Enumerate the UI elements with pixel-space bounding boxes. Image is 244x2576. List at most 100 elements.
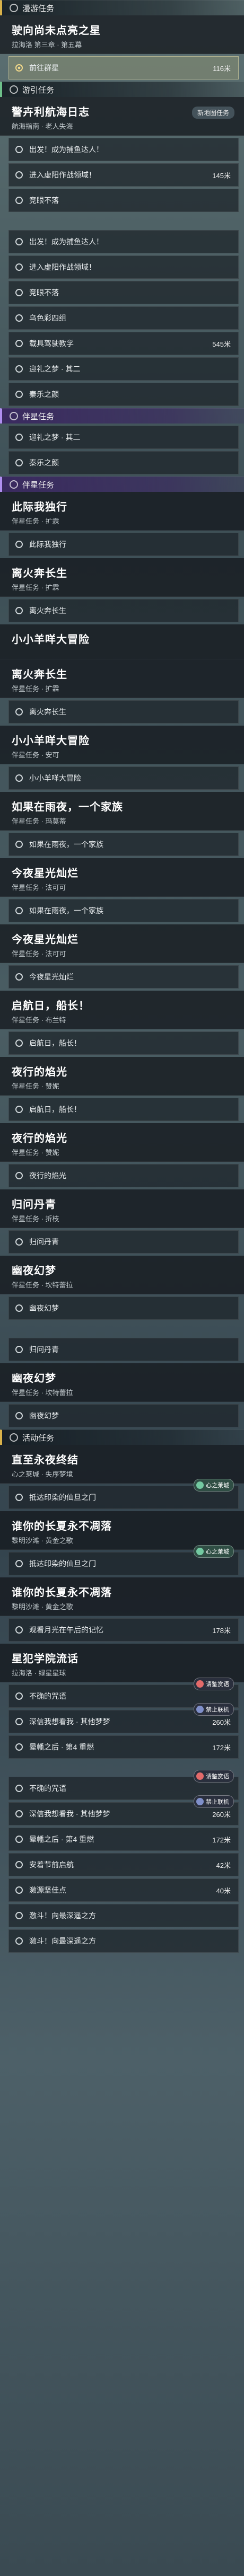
section-label: 游引任务	[22, 85, 55, 95]
quest-title: 归问丹青	[12, 1199, 56, 1211]
quest-category-icon	[10, 4, 18, 12]
quest-subtitle: 伴星任务 · 坎特蕾拉	[12, 1389, 73, 1397]
quest-step-row[interactable]: 离火奔长生	[8, 599, 239, 622]
step-label: 进入虚阳作战领域！	[29, 263, 96, 271]
quest-title-card[interactable]: 驶向尚未点亮之星 拉海洛 第三章 · 第五幕	[0, 15, 244, 54]
quest-title-card[interactable]: 夜行的焰光 伴星任务 · 赞妮	[0, 1057, 244, 1096]
quest-step-row[interactable]: 进入虚阳作战领域！ 145米	[8, 163, 239, 187]
badge-label: 请鉴赏语	[206, 1681, 229, 1688]
quest-step-row[interactable]: 归问丹青	[8, 1230, 239, 1254]
quest-step-row[interactable]: 此际我独行	[8, 533, 239, 556]
quest-title-card[interactable]: 启航日，船长！ 伴星任务 · 布兰特	[0, 991, 244, 1029]
step-marker-icon	[15, 1912, 23, 1919]
section-header[interactable]: 伴星任务	[0, 408, 244, 424]
quest-step-row[interactable]: 启航日，船长！	[8, 1098, 239, 1121]
quest-title-card[interactable]: 夜行的焰光 伴星任务 · 赞妮	[0, 1123, 244, 1162]
quest-step-row[interactable]: 激斗！向最深遥之方	[8, 1904, 239, 1927]
quest-step-row[interactable]: 迎礼之梦 · 其二	[8, 426, 239, 449]
quest-step-row[interactable]: 幽夜幻梦	[8, 1296, 239, 1320]
quest-step-row[interactable]: 深信我想看我 · 其他梦梦 260米 禁止联机	[8, 1795, 239, 1825]
step-marker-icon	[15, 907, 23, 914]
step-marker-icon	[15, 314, 23, 322]
quest-step-row[interactable]: 幽夜幻梦	[8, 1404, 239, 1427]
step-marker-icon	[15, 1494, 23, 1501]
step-marker-icon	[15, 841, 23, 848]
step-label: 激斗！向最深遥之方	[29, 1911, 96, 1920]
quest-title-card[interactable]: 幽夜幻梦 伴星任务 · 坎特蕾拉	[0, 1256, 244, 1294]
section-header[interactable]: 漫游任务	[0, 0, 244, 15]
quest-title: 今夜星光灿烂	[12, 934, 79, 946]
quest-step-row[interactable]: 出发！成为捕鱼达人！	[8, 138, 239, 161]
step-label: 激斗！向最深遥之方	[29, 1937, 96, 1945]
quest-subtitle: 伴星任务 · 折枝	[12, 1215, 59, 1223]
quest-step-row[interactable]: 竞眼不落	[8, 189, 239, 212]
badge-label: 禁止联机	[206, 1707, 229, 1713]
quest-title-card[interactable]: 星犯学院流话 拉海洛 · 绿星星球	[0, 1644, 244, 1682]
step-label: 离火奔长生	[29, 606, 66, 615]
quest-step-row[interactable]: 今夜星光灿烂	[8, 965, 239, 989]
quest-step-row[interactable]: 前往群星 116米	[8, 56, 239, 80]
step-distance: 145米	[212, 171, 231, 180]
section-header[interactable]: 活动任务	[0, 1430, 244, 1445]
quest-step-row[interactable]: 出发！成为捕鱼达人！	[8, 230, 239, 253]
step-marker-icon	[15, 1861, 23, 1868]
quest-title-card[interactable]: 幽夜幻梦 伴星任务 · 坎特蕾拉	[0, 1363, 244, 1402]
quest-step-row[interactable]: 启航日，船长！	[8, 1031, 239, 1055]
quest-step-row[interactable]: 夜行的焰光	[8, 1164, 239, 1187]
quest-step-row[interactable]: 小小羊咩大冒险	[8, 766, 239, 790]
quest-title-card[interactable]: 离火奔长生 伴星任务 · 扩霖	[0, 558, 244, 597]
quest-title-card[interactable]: 小小羊咩大冒险	[0, 624, 244, 659]
quest-subtitle: 拉海洛 第三章 · 第五幕	[12, 41, 82, 49]
step-label: 前往群星	[29, 64, 59, 72]
quest-step-row[interactable]: 晕幡之后 · 第4 重燃 172米	[8, 1828, 239, 1851]
quest-title-card[interactable]: 此际我独行 伴星任务 · 扩霖	[0, 492, 244, 531]
quest-title-card[interactable]: 今夜星光灿烂 伴星任务 · 法可可	[0, 924, 244, 963]
quest-step-row[interactable]: 归问丹青	[8, 1338, 239, 1361]
quest-step-row[interactable]: 载具驾驶教学 545米	[8, 332, 239, 355]
quest-title-card[interactable]: 今夜星光灿烂 伴星任务 · 法可可	[0, 858, 244, 897]
quest-step-row[interactable]: 秦乐之颜	[8, 383, 239, 406]
quest-title-card[interactable]: 小小羊咩大冒险 伴星任务 · 安可	[0, 726, 244, 764]
quest-step-row[interactable]: 抵达印染的仙旦之门 心之莱城	[8, 1545, 239, 1575]
section-header[interactable]: 伴星任务	[0, 477, 244, 492]
quest-list: 漫游任务 驶向尚未点亮之星 拉海洛 第三章 · 第五幕 前往群星 116米游引任务警卉利…	[0, 0, 244, 1953]
quest-title: 离火奔长生	[12, 669, 67, 681]
quest-title-card[interactable]: 谁你的长夏永不凋落 黎明沙滩 · 黄金之歌	[0, 1577, 244, 1616]
step-badge: 禁止联机	[194, 1703, 234, 1716]
quest-step-row[interactable]: 激斗！向最深遥之方	[8, 1929, 239, 1953]
badge-label: 心之莱城	[206, 1549, 229, 1555]
quest-title-card[interactable]: 离火奔长生 伴星任务 · 扩霖	[0, 659, 244, 698]
step-label: 抵达印染的仙旦之门	[29, 1559, 96, 1568]
quest-step-row[interactable]: 晕幡之后 · 第4 重燃 172米	[8, 1735, 239, 1759]
quest-step-row[interactable]: 离火奔长生	[8, 700, 239, 724]
quest-title-card[interactable]: 归问丹青伴星任务 · 折枝	[0, 1189, 244, 1228]
quest-step-row[interactable]: 深信我想看我 · 其他梦梦 260米 禁止联机	[8, 1703, 239, 1733]
section-header[interactable]: 游引任务	[0, 82, 244, 97]
step-marker-icon	[15, 238, 23, 245]
quest-step-row[interactable]: 抵达印染的仙旦之门 心之莱城	[8, 1479, 239, 1509]
step-label: 迎礼之梦 · 其二	[29, 365, 81, 373]
quest-step-row[interactable]: 秦乐之颜	[8, 451, 239, 474]
step-label: 深信我想看我 · 其他梦梦	[29, 1810, 110, 1818]
quest-step-row[interactable]: 如果在雨夜，一个家族	[8, 833, 239, 856]
quest-title-card[interactable]: 警卉利航海日志 航海指南 · 老人失海 新地图任务	[0, 97, 244, 136]
quest-step-row[interactable]: 安着节前启航 42米	[8, 1853, 239, 1876]
quest-title: 小小羊咩大冒险	[12, 634, 90, 646]
quest-step-row[interactable]: 进入虚阳作战领域！	[8, 255, 239, 279]
quest-title-card[interactable]: 谁你的长夏永不凋落 黎明沙滩 · 黄金之歌	[0, 1511, 244, 1550]
quest-title-card[interactable]: 如果在雨夜，一个家族 伴星任务 · 玛莫蒂	[0, 792, 244, 831]
quest-title-card[interactable]: 直至永夜终结 心之莱城 · 失序梦境	[0, 1445, 244, 1484]
quest-subtitle: 航海指南 · 老人失海	[12, 122, 73, 130]
badge-label: 心之莱城	[206, 1483, 229, 1489]
list-gap	[0, 1322, 244, 1336]
quest-step-row[interactable]: 迎礼之梦 · 其二	[8, 357, 239, 381]
step-marker-icon	[15, 1743, 23, 1751]
step-marker-icon	[15, 1718, 23, 1725]
quest-step-row[interactable]: 激源坚佳点 40米	[8, 1878, 239, 1902]
quest-step-row[interactable]: 竞眼不落	[8, 281, 239, 304]
quest-step-row[interactable]: 如果在雨夜，一个家族	[8, 899, 239, 922]
quest-step-row[interactable]: 观看月光在午后的记忆 178米	[8, 1618, 239, 1642]
step-marker-icon	[15, 1304, 23, 1312]
step-distance: 260米	[212, 1810, 231, 1819]
quest-step-row[interactable]: 乌色彩四组	[8, 306, 239, 330]
